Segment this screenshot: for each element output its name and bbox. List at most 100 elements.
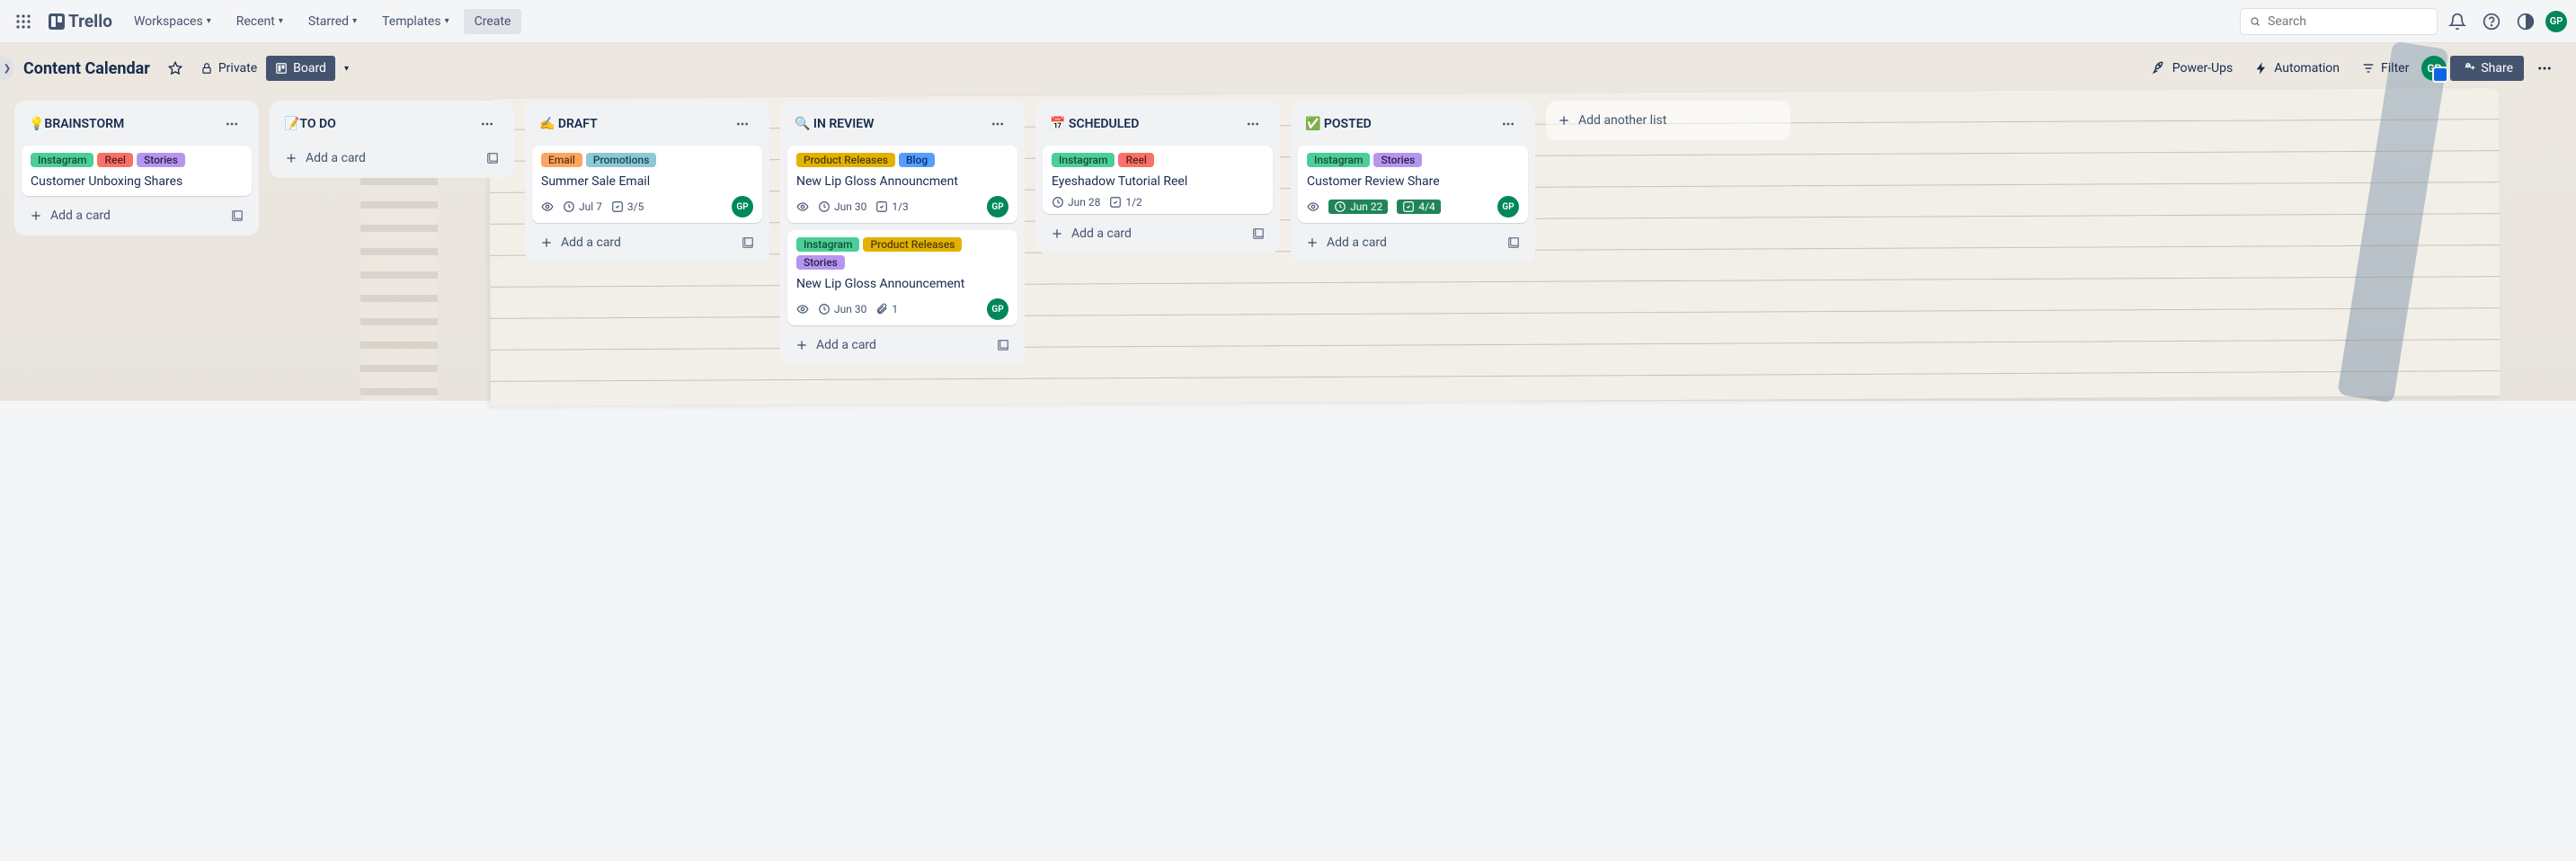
card[interactable]: InstagramProduct ReleasesStoriesNew Lip …	[787, 230, 1017, 325]
powerups-button[interactable]: Power-Ups	[2144, 56, 2242, 81]
card[interactable]: InstagramStoriesCustomer Review ShareJun…	[1298, 146, 1528, 223]
card-badges: Jun 281/2	[1052, 196, 1264, 209]
badge-text: 1/2	[1125, 196, 1141, 209]
template-icon[interactable]	[230, 209, 244, 223]
card-member-avatar[interactable]: GP	[1497, 196, 1519, 217]
list-title[interactable]: 📝TO DO	[284, 117, 336, 131]
list-menu-button[interactable]	[985, 111, 1010, 137]
add-card-button[interactable]: Add a card	[787, 333, 1017, 358]
board-icon	[275, 62, 288, 75]
add-card-button[interactable]: Add a card	[1298, 230, 1528, 255]
badge-clock: Jun 22	[1328, 200, 1388, 214]
list-title[interactable]: ✅ POSTED	[1305, 117, 1372, 131]
app-switcher-icon[interactable]	[9, 7, 38, 36]
chevron-down-icon: ▾	[352, 16, 357, 26]
badge-text: 1/3	[892, 200, 908, 213]
list-title[interactable]: 💡BRAINSTORM	[29, 117, 124, 131]
help-icon[interactable]	[2477, 7, 2506, 36]
trello-logo[interactable]: Trello	[41, 7, 120, 36]
add-card-button[interactable]: Add a card	[532, 230, 762, 255]
clock-icon	[563, 200, 575, 213]
card-label[interactable]: Instagram	[796, 237, 859, 252]
card[interactable]: InstagramReelEyeshadow Tutorial ReelJun …	[1043, 146, 1273, 214]
list-menu-button[interactable]	[1496, 111, 1521, 137]
card-label[interactable]: Instagram	[1307, 153, 1370, 167]
card-labels: Email Promotions	[541, 153, 753, 167]
theme-icon[interactable]	[2511, 7, 2540, 36]
automation-button[interactable]: Automation	[2245, 56, 2349, 81]
card[interactable]: EmailPromotionsSummer Sale EmailJul 73/5…	[532, 146, 762, 223]
template-icon[interactable]	[485, 151, 500, 165]
card-label[interactable]: Email	[541, 153, 582, 167]
badge-text: 4/4	[1418, 200, 1435, 213]
starred-menu[interactable]: Starred▾	[298, 9, 368, 34]
badge-text: Jun 30	[834, 200, 866, 213]
list-title[interactable]: 📅 SCHEDULED	[1050, 117, 1139, 131]
automation-label: Automation	[2274, 61, 2340, 75]
share-button[interactable]: Share	[2450, 56, 2524, 81]
list-menu-button[interactable]	[219, 111, 244, 137]
filter-button[interactable]: Filter	[2352, 56, 2418, 81]
badge-check: 3/5	[611, 200, 644, 213]
template-icon[interactable]	[996, 338, 1010, 352]
list-title[interactable]: ✍️ DRAFT	[539, 117, 598, 131]
search-box[interactable]	[2240, 8, 2438, 35]
card-labels: Product Releases Blog	[796, 153, 1008, 167]
board-canvas[interactable]: 💡BRAINSTORM InstagramReelStoriesCustomer…	[0, 93, 2576, 401]
board-title[interactable]: Content Calendar	[14, 59, 159, 78]
badge-text: Jul 7	[579, 200, 602, 213]
card-label[interactable]: Stories	[137, 153, 185, 167]
card-label[interactable]: Reel	[1118, 153, 1153, 167]
list-menu-button[interactable]	[475, 111, 500, 137]
create-button[interactable]: Create	[464, 9, 522, 34]
template-icon[interactable]	[1506, 235, 1521, 250]
star-button[interactable]	[159, 56, 191, 81]
card-badges: Jun 30 1/3 GP	[796, 196, 1008, 217]
view-switcher-button[interactable]: ▾	[335, 58, 358, 79]
card[interactable]: InstagramReelStoriesCustomer Unboxing Sh…	[22, 146, 252, 196]
card-member-avatar[interactable]: GP	[732, 196, 753, 217]
create-label: Create	[475, 14, 511, 29]
board-menu-button[interactable]	[2527, 55, 2562, 82]
search-input[interactable]	[2268, 14, 2428, 29]
recent-menu[interactable]: Recent▾	[226, 9, 294, 34]
list-menu-button[interactable]	[730, 111, 755, 137]
board-member-avatar[interactable]: GP	[2421, 56, 2447, 81]
add-card-button[interactable]: Add a card	[277, 146, 507, 171]
workspaces-menu[interactable]: Workspaces▾	[123, 9, 222, 34]
template-icon[interactable]	[741, 235, 755, 250]
card-member-avatar[interactable]: GP	[987, 298, 1008, 320]
badge-check: 1/3	[875, 200, 908, 213]
board-header-right: Power-Ups Automation Filter GP Share	[2144, 55, 2562, 82]
board-header: ❯ Content Calendar Private Board ▾ Power…	[0, 43, 2576, 93]
add-list-label: Add another list	[1578, 113, 1666, 128]
card-label[interactable]: Product Releases	[863, 237, 962, 252]
list-title[interactable]: 🔍 IN REVIEW	[795, 117, 874, 131]
card-label[interactable]: Reel	[97, 153, 132, 167]
card-labels: Instagram Product Releases Stories	[796, 237, 1008, 270]
drawer-expand-icon[interactable]: ❯	[0, 56, 14, 81]
template-icon[interactable]	[1251, 226, 1266, 241]
card-label[interactable]: Stories	[796, 255, 845, 270]
account-avatar[interactable]: GP	[2545, 11, 2567, 32]
board-view-button[interactable]: Board	[266, 56, 335, 81]
chevron-down-icon: ▾	[207, 16, 211, 26]
card-label[interactable]: Stories	[1373, 153, 1422, 167]
add-list-button[interactable]: Add another list	[1546, 101, 1790, 140]
add-card-button[interactable]: Add a card	[22, 203, 252, 228]
list: ✍️ DRAFT EmailPromotionsSummer Sale Emai…	[525, 101, 769, 262]
templates-menu[interactable]: Templates▾	[371, 9, 460, 34]
card-label[interactable]: Instagram	[31, 153, 93, 167]
card-label[interactable]: Product Releases	[796, 153, 895, 167]
card-label[interactable]: Promotions	[586, 153, 657, 167]
card-label[interactable]: Blog	[899, 153, 935, 167]
visibility-button[interactable]: Private	[191, 56, 266, 81]
card-member-avatar[interactable]: GP	[987, 196, 1008, 217]
notifications-icon[interactable]	[2443, 7, 2472, 36]
list-menu-button[interactable]	[1240, 111, 1266, 137]
dots-icon	[225, 117, 239, 131]
add-card-button[interactable]: Add a card	[1043, 221, 1273, 246]
card[interactable]: Product ReleasesBlogNew Lip Gloss Announ…	[787, 146, 1017, 223]
card-label[interactable]: Instagram	[1052, 153, 1115, 167]
plus-icon	[284, 151, 298, 165]
